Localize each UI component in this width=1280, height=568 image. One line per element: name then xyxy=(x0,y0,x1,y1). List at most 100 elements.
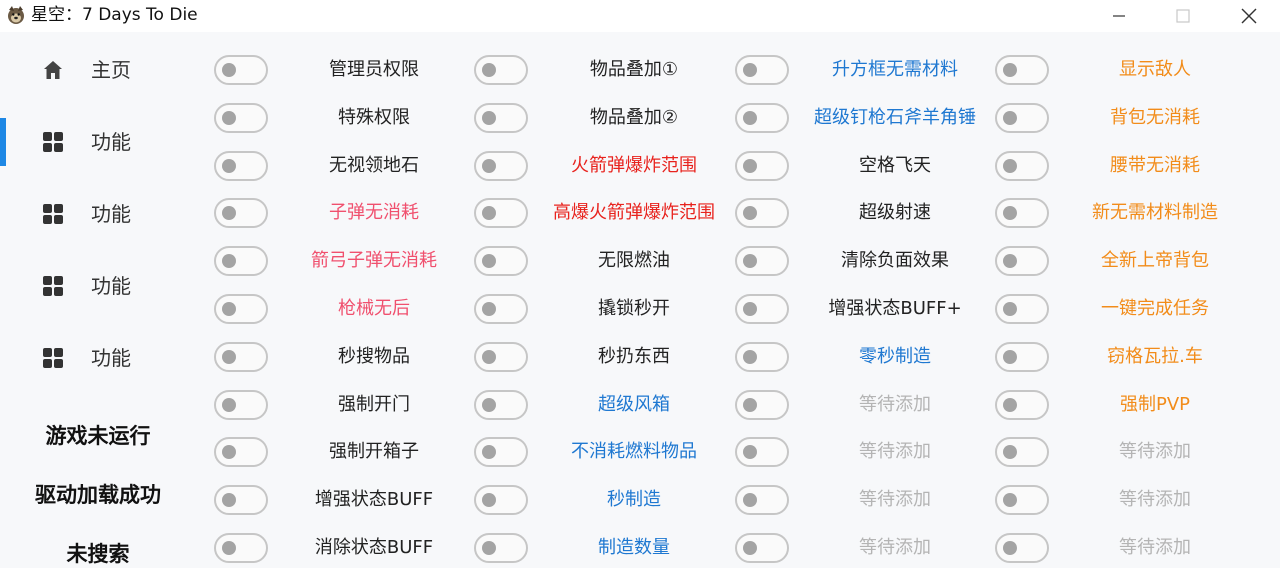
close-button[interactable] xyxy=(1226,0,1272,32)
feature-label: 背包无消耗 xyxy=(1110,107,1200,128)
feature-toggle[interactable] xyxy=(735,246,789,276)
feature-toggle[interactable] xyxy=(995,533,1049,563)
feature-toggle[interactable] xyxy=(995,390,1049,420)
toggle-knob xyxy=(743,493,757,507)
toggle-knob xyxy=(743,302,757,316)
feature-toggle[interactable] xyxy=(214,198,268,228)
feature-toggle[interactable] xyxy=(214,437,268,467)
feature-toggle[interactable] xyxy=(995,485,1049,515)
feature-toggle[interactable] xyxy=(735,437,789,467)
feature-item: 全新上帝背包 xyxy=(995,244,1257,278)
toggle-knob xyxy=(222,350,236,364)
sidebar-item-function-1[interactable]: 功能 xyxy=(0,118,196,166)
toggle-knob xyxy=(482,159,496,173)
toggle-knob xyxy=(1003,350,1017,364)
sidebar-item-label: 功能 xyxy=(91,130,131,154)
toggle-knob xyxy=(482,398,496,412)
feature-toggle[interactable] xyxy=(735,485,789,515)
feature-toggle[interactable] xyxy=(214,151,268,181)
feature-item: 子弹无消耗 xyxy=(214,196,476,230)
feature-toggle[interactable] xyxy=(735,294,789,324)
feature-toggle[interactable] xyxy=(735,55,789,85)
grid-icon xyxy=(43,348,63,368)
feature-toggle[interactable] xyxy=(474,55,528,85)
feature-label: 等待添加 xyxy=(859,489,931,510)
feature-toggle[interactable] xyxy=(735,533,789,563)
feature-toggle[interactable] xyxy=(214,294,268,324)
feature-toggle[interactable] xyxy=(735,151,789,181)
feature-toggle[interactable] xyxy=(474,246,528,276)
feature-toggle[interactable] xyxy=(214,342,268,372)
feature-toggle[interactable] xyxy=(474,294,528,324)
feature-toggle[interactable] xyxy=(735,342,789,372)
feature-item: 等待添加 xyxy=(735,388,997,422)
toggle-knob xyxy=(222,254,236,268)
feature-label: 等待添加 xyxy=(859,394,931,415)
feature-item: 撬锁秒开 xyxy=(474,292,736,326)
feature-toggle[interactable] xyxy=(214,390,268,420)
feature-toggle[interactable] xyxy=(474,533,528,563)
feature-toggle[interactable] xyxy=(474,485,528,515)
feature-toggle[interactable] xyxy=(995,55,1049,85)
feature-toggle[interactable] xyxy=(214,55,268,85)
feature-toggle[interactable] xyxy=(214,533,268,563)
sidebar-item-label: 功能 xyxy=(91,202,131,226)
feature-label: 空格飞天 xyxy=(859,155,931,176)
feature-label: 等待添加 xyxy=(1119,441,1191,462)
feature-item: 增强状态BUFF xyxy=(214,483,476,517)
feature-label: 零秒制造 xyxy=(859,346,931,367)
feature-toggle[interactable] xyxy=(995,198,1049,228)
sidebar-item-function-2[interactable]: 功能 xyxy=(0,190,196,238)
toggle-knob xyxy=(222,493,236,507)
sidebar-item-function-3[interactable]: 功能 xyxy=(0,262,196,310)
feature-toggle[interactable] xyxy=(474,342,528,372)
minimize-icon xyxy=(1113,15,1125,17)
feature-item: 等待添加 xyxy=(995,531,1257,565)
search-status: 未搜索 xyxy=(66,542,130,566)
sidebar-item-function-4[interactable]: 功能 xyxy=(0,334,196,382)
toggle-knob xyxy=(482,493,496,507)
feature-item: 清除负面效果 xyxy=(735,244,997,278)
feature-item: 高爆火箭弹爆炸范围 xyxy=(474,196,736,230)
feature-toggle[interactable] xyxy=(474,103,528,133)
sidebar-item-home[interactable]: 主页 xyxy=(0,46,196,94)
feature-label: 撬锁秒开 xyxy=(598,298,670,319)
toggle-knob xyxy=(1003,398,1017,412)
maximize-button[interactable] xyxy=(1160,0,1206,32)
sidebar-item-label: 功能 xyxy=(91,346,131,370)
toggle-knob xyxy=(1003,445,1017,459)
feature-toggle[interactable] xyxy=(735,198,789,228)
toggle-knob xyxy=(1003,63,1017,77)
feature-toggle[interactable] xyxy=(474,151,528,181)
feature-label: 增强状态BUFF+ xyxy=(828,298,962,319)
feature-toggle[interactable] xyxy=(735,103,789,133)
feature-toggle[interactable] xyxy=(735,390,789,420)
toggle-knob xyxy=(482,350,496,364)
minimize-button[interactable] xyxy=(1096,0,1142,32)
toggle-knob xyxy=(482,541,496,555)
feature-label: 超级射速 xyxy=(859,202,931,223)
feature-toggle[interactable] xyxy=(995,294,1049,324)
feature-label: 制造数量 xyxy=(598,537,670,558)
feature-toggle[interactable] xyxy=(995,246,1049,276)
feature-toggle[interactable] xyxy=(474,437,528,467)
feature-toggle[interactable] xyxy=(995,342,1049,372)
feature-toggle[interactable] xyxy=(214,246,268,276)
feature-toggle[interactable] xyxy=(214,485,268,515)
feature-toggle[interactable] xyxy=(995,437,1049,467)
feature-toggle[interactable] xyxy=(995,151,1049,181)
toggle-knob xyxy=(222,398,236,412)
feature-item: 等待添加 xyxy=(735,435,997,469)
toggle-knob xyxy=(482,445,496,459)
toggle-knob xyxy=(743,159,757,173)
feature-toggle[interactable] xyxy=(214,103,268,133)
feature-label: 子弹无消耗 xyxy=(329,202,419,223)
feature-toggle[interactable] xyxy=(474,390,528,420)
feature-item: 火箭弹爆炸范围 xyxy=(474,149,736,183)
feature-toggle[interactable] xyxy=(474,198,528,228)
feature-item: 显示敌人 xyxy=(995,53,1257,87)
feature-toggle[interactable] xyxy=(995,103,1049,133)
toggle-knob xyxy=(743,445,757,459)
toggle-knob xyxy=(1003,254,1017,268)
toggle-knob xyxy=(743,206,757,220)
